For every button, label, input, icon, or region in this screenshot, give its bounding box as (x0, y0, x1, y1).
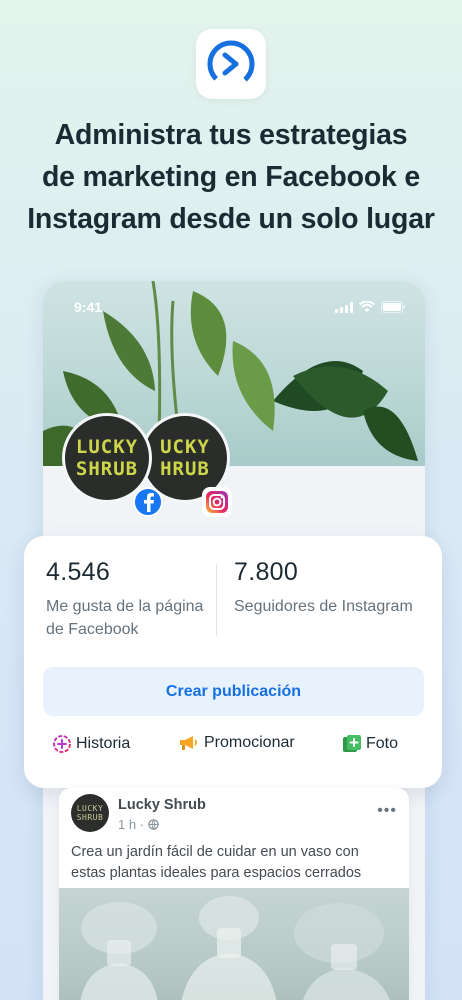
facebook-avatar-line-2: SHRUB (75, 458, 139, 480)
instagram-avatar-line-1: UCKY (160, 436, 210, 458)
post-author-name[interactable]: Lucky Shrub (118, 797, 206, 813)
post-avatar-line-2: SHRUB (76, 813, 104, 822)
headline-line-1: Administra tus estrategias (54, 119, 408, 151)
post-meta: 1 h · (118, 817, 159, 832)
story-button[interactable]: Historia (52, 734, 130, 754)
instagram-avatar-line-2: HRUB (160, 458, 210, 480)
meta-business-app-icon (196, 29, 266, 99)
promote-button-label: Promocionar (204, 734, 295, 751)
cellular-signal-icon (335, 301, 353, 313)
globe-icon (148, 819, 159, 830)
megaphone-icon (180, 736, 198, 750)
facebook-avatar-line-1: LUCKY (75, 436, 139, 458)
photo-add-icon (343, 735, 361, 752)
promote-button[interactable]: Promocionar (178, 734, 295, 752)
post-more-options-button[interactable]: ••• (377, 802, 397, 820)
facebook-likes-label: Me gusta de la página de Facebook (46, 598, 204, 638)
instagram-followers-stat: 7.800 Seguidores de Instagram (234, 558, 424, 618)
facebook-logo-icon (133, 487, 163, 517)
quick-actions: Historia Promocionar Foto (24, 734, 442, 758)
headline-line-2: de marketing en Facebook e (41, 161, 421, 193)
stats-card: 4.546 Me gusta de la página de Facebook … (24, 536, 442, 788)
headline-line-3: Instagram desde un solo lugar (27, 203, 435, 235)
status-bar-icons (335, 301, 405, 313)
post-image[interactable] (59, 888, 409, 1000)
create-post-button[interactable]: Crear publicación (43, 667, 424, 716)
story-plus-icon (53, 735, 71, 753)
headline: Administra tus estrategias de marketing … (0, 114, 462, 240)
post-caption: Crea un jardín fácil de cuidar en un vas… (71, 844, 362, 881)
instagram-followers-count: 7.800 (234, 558, 299, 586)
photo-button[interactable]: Foto (342, 734, 398, 754)
feed-post: LUCKY SHRUB Lucky Shrub 1 h · ••• Crea u… (59, 788, 409, 1000)
stats-divider (216, 564, 217, 636)
photo-button-label: Foto (366, 735, 399, 752)
facebook-likes-count: 4.546 (46, 558, 111, 586)
facebook-likes-stat: 4.546 Me gusta de la página de Facebook (46, 558, 216, 641)
post-timestamp: 1 h · (118, 817, 145, 832)
battery-icon (381, 301, 405, 313)
instagram-followers-label: Seguidores de Instagram (234, 598, 413, 615)
wifi-icon (359, 301, 375, 312)
post-avatar-line-1: LUCKY (76, 804, 104, 813)
post-author-avatar[interactable]: LUCKY SHRUB (71, 794, 109, 832)
glass-terrariums-image (80, 896, 390, 1000)
story-button-label: Historia (76, 735, 131, 752)
status-bar-time: 9:41 (74, 299, 103, 315)
instagram-logo-icon (202, 487, 232, 517)
